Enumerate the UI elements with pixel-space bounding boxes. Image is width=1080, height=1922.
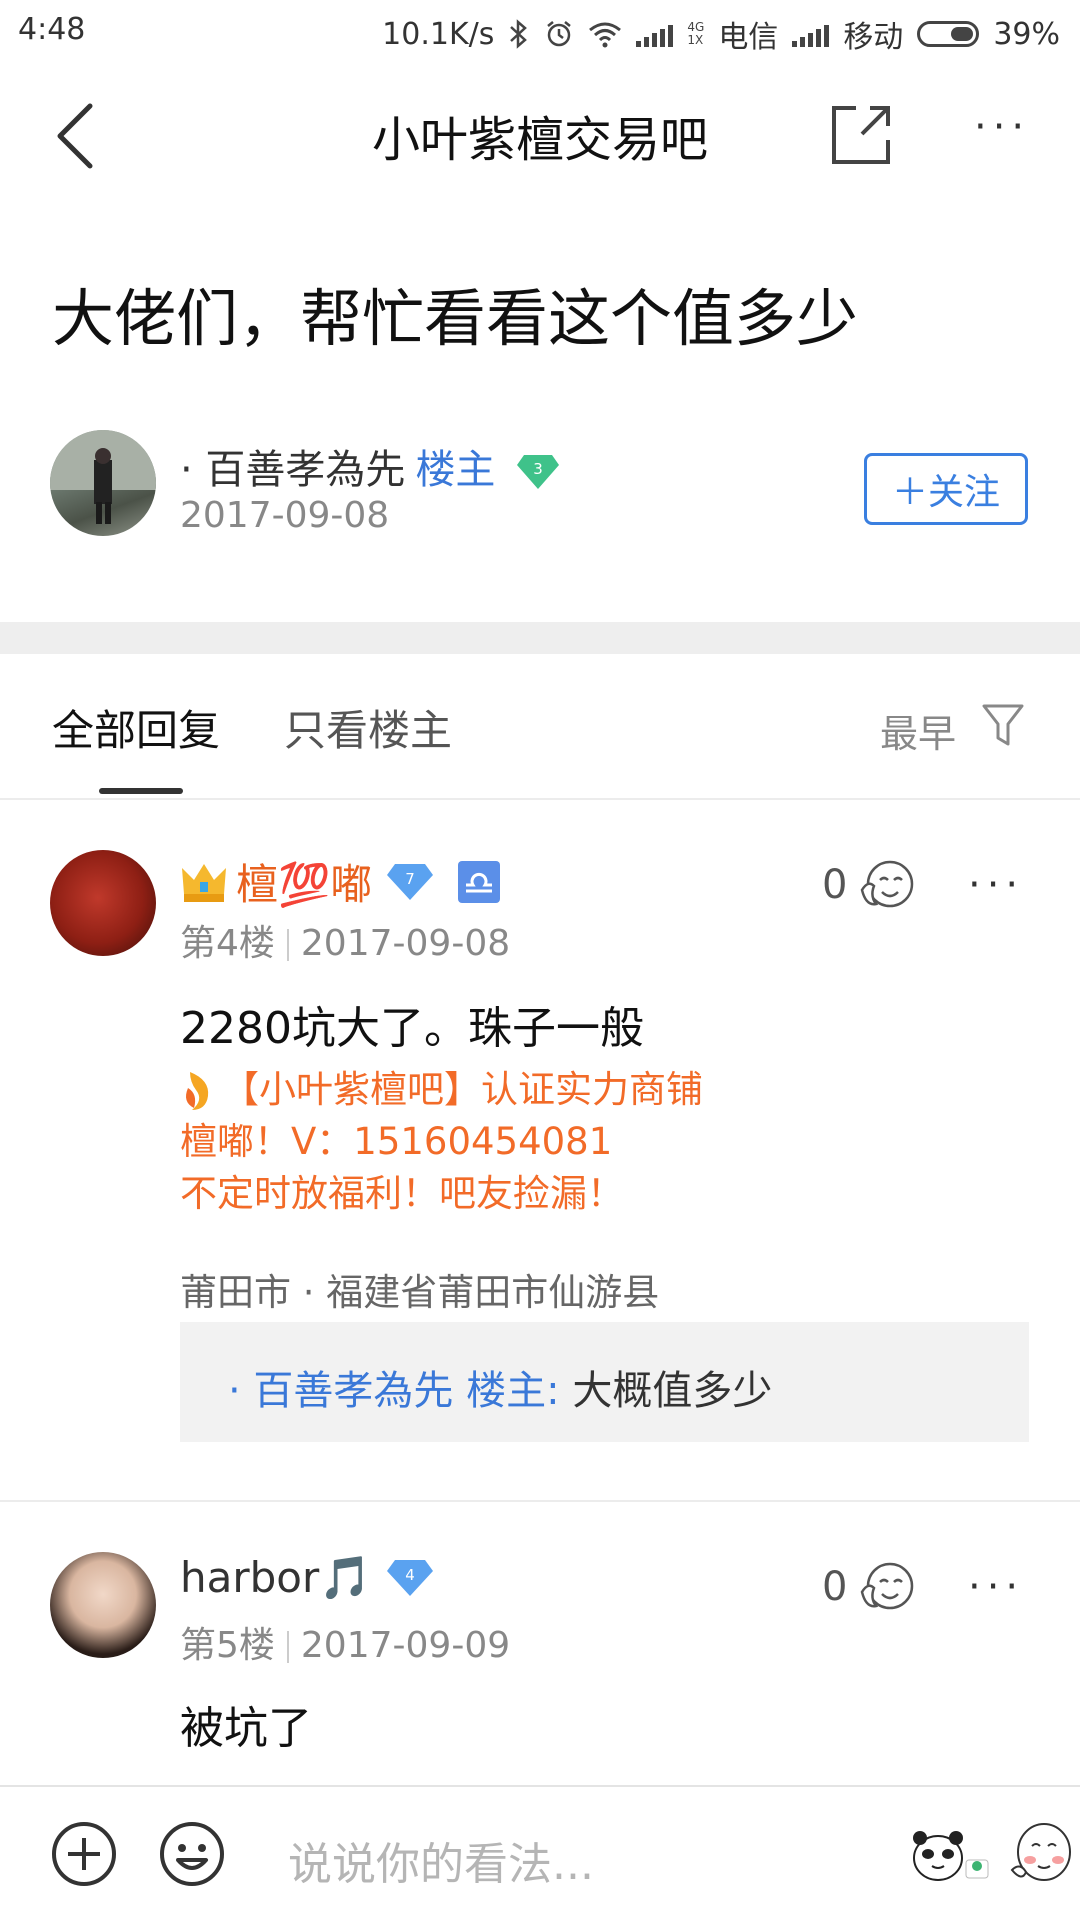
- battery-icon: [917, 21, 980, 47]
- reply-date: 2017-09-08: [300, 923, 511, 964]
- svg-text:3: 3: [533, 460, 543, 478]
- reply-signature: 【小叶紫檀吧】认证实力商铺 檀嘟！V：15160454081 不定时放福利！吧友…: [180, 1064, 703, 1220]
- crown-icon: [182, 863, 226, 902]
- tab-all-replies[interactable]: 全部回复: [52, 697, 220, 758]
- like-face-icon[interactable]: [858, 856, 916, 914]
- quote-badge: 楼主: [466, 1368, 547, 1414]
- signature-line-3: 不定时放福利！吧友捡漏！: [180, 1172, 624, 1215]
- reply-meta: 第5楼 2017-09-09: [180, 1616, 510, 1668]
- battery-percent: 39%: [993, 16, 1060, 52]
- filter-icon[interactable]: [980, 700, 1026, 750]
- libra-zodiac-icon: [458, 860, 501, 903]
- reply-divider: [0, 1500, 1080, 1502]
- signal-icon-1: [636, 21, 674, 47]
- like-face-icon[interactable]: [858, 1558, 916, 1616]
- post-title: 大佬们，帮忙看看这个值多少: [52, 282, 859, 355]
- reply-date: 2017-09-09: [300, 1625, 511, 1666]
- status-bar: 4:48 10.1K/s 4G 1X 电信 移动 39%: [0, 0, 1080, 62]
- emoji-icon[interactable]: [158, 1820, 226, 1888]
- add-attachment-icon[interactable]: [50, 1820, 118, 1888]
- signature-line-2: 檀嘟！V：15160454081: [180, 1120, 613, 1163]
- signal-icon-2: [792, 21, 830, 47]
- quote-text: 大概值多少: [572, 1368, 773, 1414]
- network-type: 4G 1X: [687, 20, 705, 47]
- reply-user-line: 檀💯嘟 7: [180, 851, 501, 912]
- tab-op-only[interactable]: 只看楼主: [284, 697, 452, 758]
- reply-location: 莆田市 · 福建省莆田市仙游县: [180, 1271, 660, 1314]
- like-count: 0: [822, 862, 848, 908]
- quoted-reply[interactable]: · 百善孝為先 楼主: 大概值多少: [180, 1322, 1029, 1442]
- level-badge-icon: 4: [386, 1560, 433, 1596]
- reply-text: 2280坑大了。珠子一般: [180, 1003, 644, 1054]
- forum-title: 小叶紫檀交易吧: [371, 112, 708, 168]
- floor-number: 第4楼: [180, 923, 275, 964]
- op-avatar[interactable]: [50, 430, 156, 536]
- op-author-name[interactable]: · 百善孝為先: [180, 447, 405, 493]
- reply-more-icon[interactable]: ···: [968, 1564, 1024, 1610]
- reply-text: 被坑了: [180, 1703, 312, 1754]
- sort-order[interactable]: 最早: [880, 703, 956, 758]
- status-time: 4:48: [18, 12, 86, 47]
- reply-avatar[interactable]: [50, 1552, 156, 1658]
- carrier-1: 电信: [718, 20, 779, 55]
- reply-more-icon[interactable]: ···: [968, 862, 1024, 908]
- reply-meta: 第4楼 2017-09-08: [180, 914, 510, 966]
- floor-number: 第5楼: [180, 1625, 275, 1666]
- follow-button[interactable]: ＋关注: [864, 453, 1028, 525]
- op-author-line: · 百善孝為先 楼主 3: [180, 437, 560, 495]
- svg-text:4: 4: [405, 1566, 415, 1584]
- section-divider: [0, 622, 1080, 654]
- signature-line-1: 【小叶紫檀吧】认证实力商铺: [222, 1068, 703, 1111]
- tabs-divider: [0, 798, 1080, 800]
- reply-username[interactable]: harbor🎵: [180, 1553, 372, 1603]
- bluetooth-icon: [510, 19, 528, 49]
- quote-colon: :: [546, 1368, 560, 1414]
- alarm-icon: [547, 21, 572, 47]
- quote-user[interactable]: · 百善孝為先: [228, 1368, 453, 1414]
- panda-sticker-icon[interactable]: [906, 1826, 992, 1886]
- active-tab-indicator: [99, 788, 183, 794]
- reply-username[interactable]: 檀💯嘟: [236, 851, 372, 912]
- comment-input[interactable]: 说说你的看法...: [288, 1828, 594, 1892]
- level-badge-icon: 3: [517, 455, 560, 489]
- wifi-icon: [589, 22, 622, 48]
- reply-user-line: harbor🎵 4: [180, 1553, 434, 1603]
- share-icon[interactable]: [826, 100, 896, 170]
- flame-icon: [186, 1072, 209, 1110]
- network-speed: 10.1K/s: [382, 16, 495, 52]
- svg-text:7: 7: [406, 870, 416, 888]
- meme-sticker-icon[interactable]: [1006, 1808, 1078, 1890]
- like-count: 0: [822, 1564, 848, 1610]
- level-badge-icon: 7: [387, 863, 434, 900]
- more-options-icon[interactable]: ···: [974, 104, 1030, 150]
- carrier-2: 移动: [843, 20, 904, 55]
- reply-avatar[interactable]: [50, 850, 156, 956]
- op-badge: 楼主: [415, 447, 496, 493]
- post-date: 2017-09-08: [180, 495, 390, 536]
